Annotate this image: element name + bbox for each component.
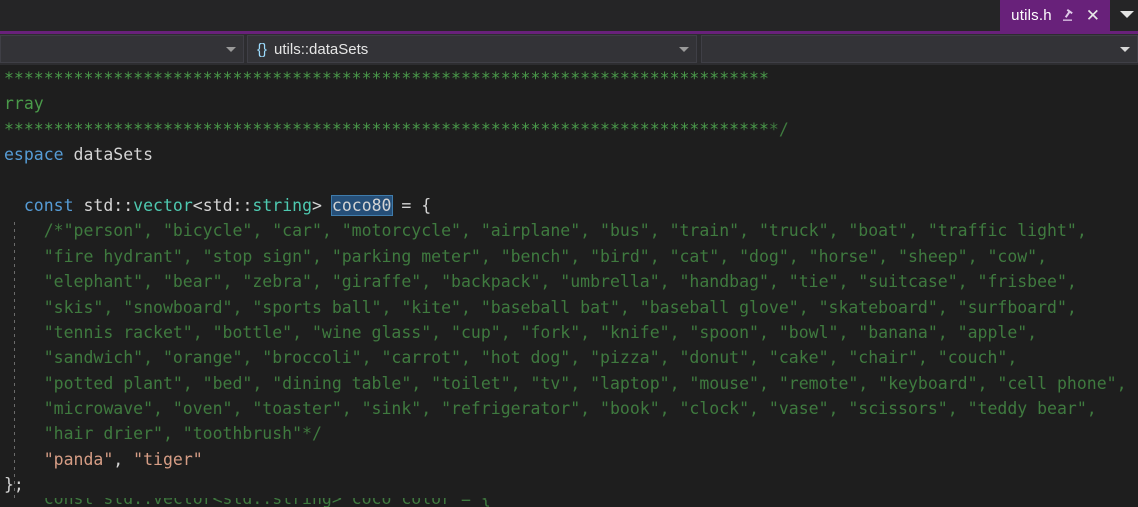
chevron-down-icon[interactable]	[226, 47, 236, 52]
code-token: "potted plant", "bed", "dining table", "…	[4, 373, 1127, 393]
code-token: "hair drier", "toothbrush"*/	[4, 424, 322, 444]
symbol-selector[interactable]	[701, 35, 1138, 63]
line-coco-1: /*"person", "bicycle", "car", "motorcycl…	[0, 218, 1138, 243]
clipped-next-line: const std::vector<std::string> coco_colo…	[0, 498, 1138, 507]
chevron-down-icon[interactable]	[1120, 11, 1134, 18]
member-selector[interactable]: {} utils::dataSets	[247, 35, 697, 63]
line-stars-top: ****************************************…	[0, 66, 1138, 91]
code-token: = {	[391, 195, 432, 215]
line-coco-2: "fire hydrant", "stop sign", "parking me…	[0, 244, 1138, 269]
code-content: ****************************************…	[0, 66, 1138, 498]
line-declaration: const std::vector<std::string> coco80 = …	[0, 193, 1138, 218]
chevron-down-icon[interactable]	[679, 47, 689, 52]
editor-tab-bar: utils.h ✕	[0, 0, 1138, 31]
code-token: >	[312, 195, 332, 215]
code-token: "fire hydrant", "stop sign", "parking me…	[4, 246, 1048, 266]
line-coco-4: "skis", "snowboard", "sports ball", "kit…	[0, 295, 1138, 320]
chevron-down-icon[interactable]	[1120, 47, 1130, 52]
code-token: "tiger"	[133, 449, 203, 469]
line-added-classes: "panda", "tiger"	[0, 447, 1138, 472]
braces-icon: {}	[257, 40, 268, 58]
code-token: "tennis racket", "bottle", "wine glass",…	[4, 322, 1038, 342]
code-token: "microwave", "oven", "toaster", "sink", …	[4, 399, 1097, 419]
line-coco-9: "hair drier", "toothbrush"*/	[0, 421, 1138, 446]
code-token: ****************************************…	[4, 119, 769, 139]
pin-icon[interactable]	[1061, 8, 1076, 23]
code-token: ::	[232, 195, 253, 215]
code-token: "elephant", "bear", "zebra", "giraffe", …	[4, 272, 1077, 292]
line-rray: rray	[0, 91, 1138, 116]
line-coco-3: "elephant", "bear", "zebra", "giraffe", …	[0, 269, 1138, 294]
tab-utils-h[interactable]: utils.h ✕	[1000, 0, 1110, 31]
line-blank-1	[0, 168, 1138, 193]
code-token: rray	[4, 94, 44, 114]
code-token: ,	[113, 449, 134, 469]
code-editor-surface[interactable]: ****************************************…	[0, 66, 1138, 507]
code-token: espace	[4, 145, 74, 165]
line-coco-7: "potted plant", "bed", "dining table", "…	[0, 371, 1138, 396]
close-icon[interactable]: ✕	[1085, 7, 1101, 24]
line-coco-6: "sandwich", "orange", "broccoli", "carro…	[0, 345, 1138, 370]
code-token: string	[252, 195, 313, 215]
code-token: dataSets	[73, 145, 154, 165]
tab-label: utils.h	[1011, 7, 1052, 24]
code-token: std	[73, 195, 114, 215]
clipped-line-text: const std::vector<std::string> coco_colo…	[0, 498, 1138, 507]
code-token: "skis", "snowboard", "sports ball", "kit…	[4, 297, 1077, 317]
code-token: /*"person", "bicycle", "car", "motorcycl…	[4, 221, 1087, 241]
code-token: std	[202, 195, 233, 215]
code-token: ::	[113, 195, 134, 215]
navigation-bar: {} utils::dataSets	[0, 34, 1138, 65]
code-token: ****************************************…	[4, 69, 769, 88]
code-token: "panda"	[43, 449, 114, 469]
code-token: <	[192, 195, 203, 215]
line-close-brace: };	[0, 472, 1138, 497]
line-coco-5: "tennis racket", "bottle", "wine glass",…	[0, 320, 1138, 345]
code-token: coco80	[330, 194, 393, 216]
code-token: vector	[133, 195, 193, 215]
code-token: "sandwich", "orange", "broccoli", "carro…	[4, 348, 1018, 368]
line-namespace: espace dataSets	[0, 142, 1138, 167]
code-token: };	[4, 475, 24, 495]
project-selector[interactable]	[0, 35, 244, 63]
line-stars-bottom: ****************************************…	[0, 117, 1138, 142]
member-selector-value: utils::dataSets	[274, 40, 369, 58]
code-token: const	[23, 195, 74, 215]
vs-editor-window: utils.h ✕ {} utils::dataSets ***********…	[0, 0, 1138, 507]
line-coco-8: "microwave", "oven", "toaster", "sink", …	[0, 396, 1138, 421]
code-token: */	[768, 119, 789, 139]
